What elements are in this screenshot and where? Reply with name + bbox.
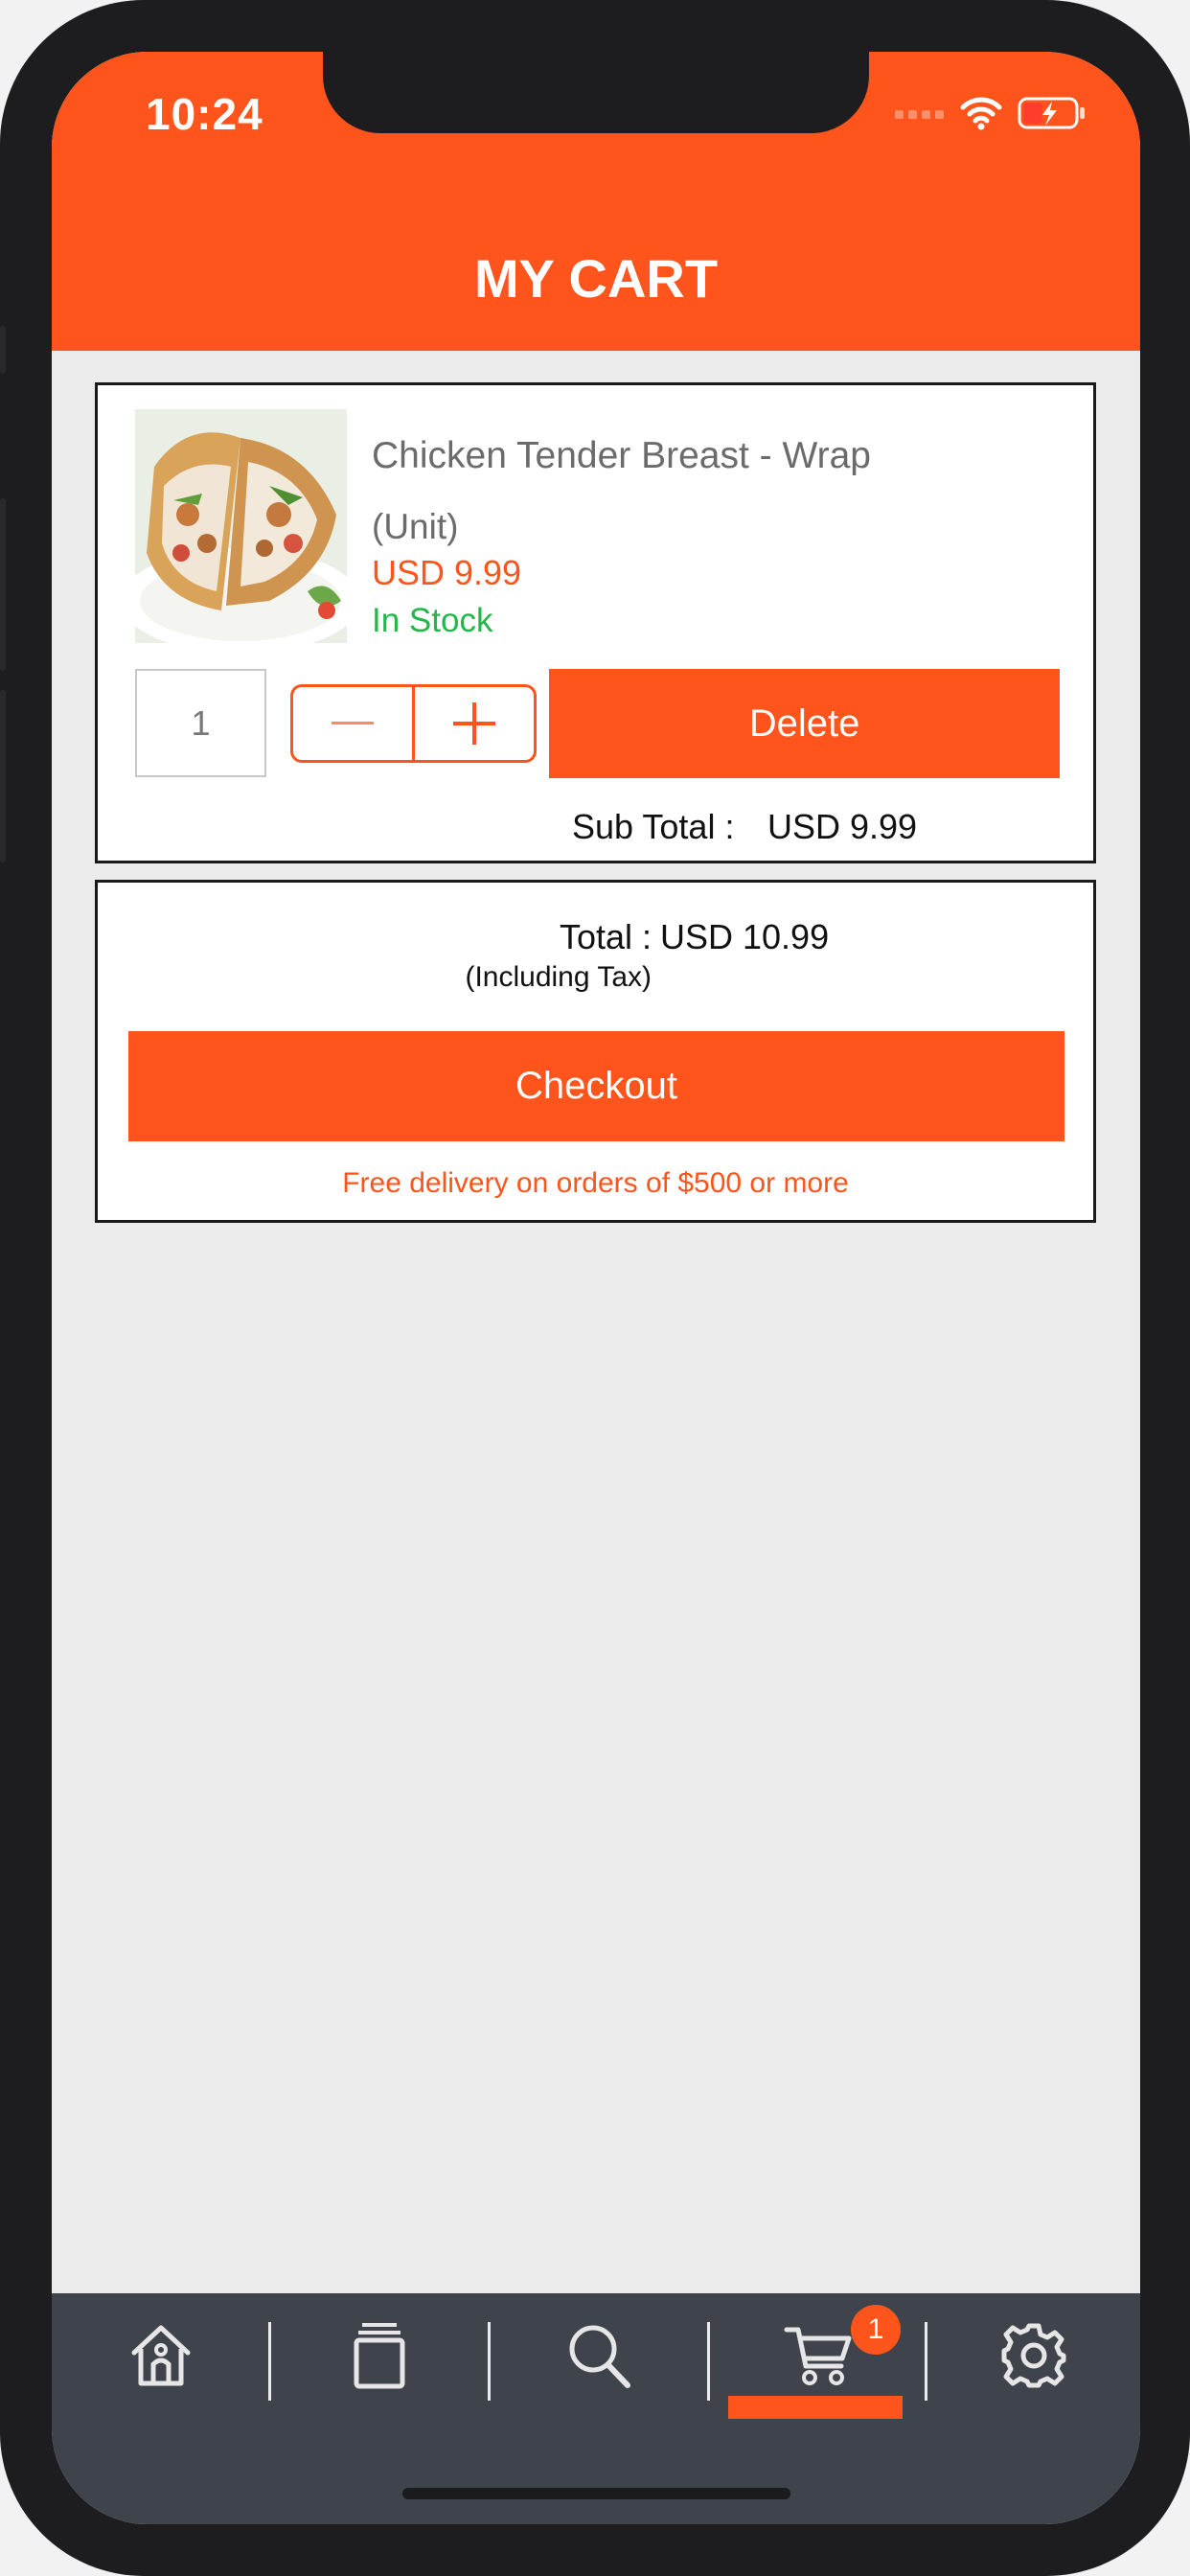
wifi-icon (960, 97, 1002, 130)
total-label: Total : (559, 917, 652, 956)
screen: 10:24 MY CART Chicken Tender Breast - Wr… (52, 52, 1140, 2524)
plus-icon (453, 702, 495, 745)
home-icon (131, 2325, 190, 2386)
increment-button[interactable] (415, 687, 534, 760)
page-title: MY CART (473, 248, 719, 309)
cart-item-card: Chicken Tender Breast - Wrap (Unit) USD … (95, 382, 1096, 863)
quantity-field[interactable]: 1 (135, 669, 266, 777)
status-icons (895, 94, 1087, 132)
cellular-signal-icon (895, 110, 944, 119)
home-indicator[interactable] (402, 2488, 790, 2499)
order-summary-card: Total : (Including Tax) USD 10.99 Checko… (95, 880, 1096, 1223)
checkout-button[interactable]: Checkout (128, 1031, 1064, 1141)
delete-button[interactable]: Delete (549, 669, 1060, 778)
tax-note: (Including Tax) (465, 961, 652, 993)
app-header: 10:24 MY CART (52, 52, 1140, 351)
total-value: USD 10.99 (660, 917, 830, 956)
stock-status: In Stock (372, 602, 493, 639)
product-unit: (Unit) (372, 507, 459, 546)
device-frame: 10:24 MY CART Chicken Tender Breast - Wr… (0, 0, 1190, 2576)
subtotal-label: Sub Total : (572, 807, 735, 846)
gear-icon (1001, 2323, 1066, 2388)
device-notch (323, 52, 869, 133)
tab-home[interactable] (52, 2293, 269, 2418)
battery-charging-icon (1018, 97, 1085, 129)
product-image (135, 409, 347, 643)
catalog-icon (354, 2323, 405, 2389)
mute-switch (0, 326, 6, 374)
product-price: USD 9.99 (372, 553, 522, 592)
active-tab-indicator (728, 2396, 903, 2419)
status-time: 10:24 (146, 89, 263, 139)
search-icon (569, 2325, 630, 2388)
minus-icon (332, 722, 374, 724)
tab-settings[interactable] (927, 2293, 1140, 2418)
bottom-tab-bar: 1 (52, 2293, 1140, 2524)
free-delivery-note: Free delivery on orders of $500 or more (342, 1167, 849, 1199)
tab-search[interactable] (491, 2293, 707, 2418)
volume-down-button (0, 690, 6, 862)
decrement-button[interactable] (293, 687, 415, 760)
quantity-stepper (290, 684, 537, 763)
cart-icon (784, 2327, 852, 2385)
cart-count-badge: 1 (851, 2305, 901, 2355)
subtotal-value: USD 9.99 (767, 807, 918, 846)
product-name: Chicken Tender Breast - Wrap (372, 435, 871, 476)
tab-catalog[interactable] (271, 2293, 488, 2418)
volume-up-button (0, 498, 6, 671)
